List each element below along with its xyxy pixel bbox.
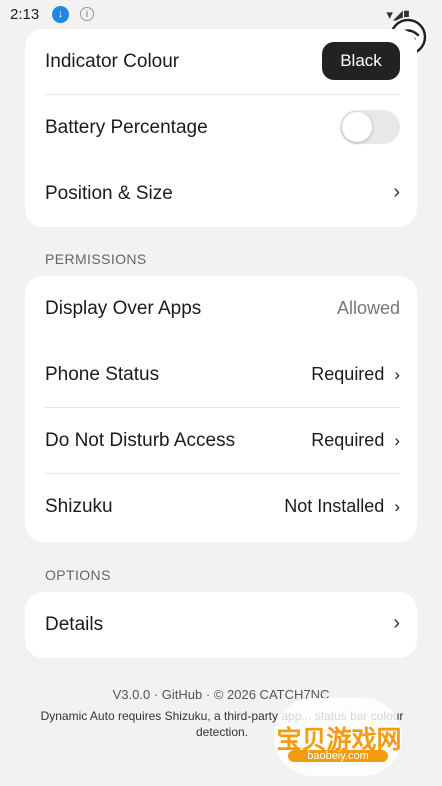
- version-text: V3.0.0: [112, 687, 151, 702]
- info-icon: i: [80, 7, 94, 21]
- download-icon: ↓: [52, 6, 69, 23]
- details-row[interactable]: Details ›: [25, 592, 417, 658]
- dnd-access-label: Do Not Disturb Access: [45, 430, 236, 451]
- indicator-colour-pill[interactable]: Black: [322, 42, 400, 80]
- dnd-access-value: Required ›: [311, 430, 400, 451]
- dnd-access-row[interactable]: Do Not Disturb Access Required ›: [25, 408, 417, 474]
- display-over-apps-value: Allowed: [336, 298, 400, 318]
- battery-percentage-toggle[interactable]: [340, 110, 400, 144]
- phone-status-value: Required ›: [311, 364, 400, 385]
- permissions-card: Display Over Apps Allowed Phone Status R…: [25, 276, 417, 542]
- shizuku-value: Not Installed ›: [284, 496, 400, 517]
- chevron-right-icon: ›: [394, 365, 400, 384]
- separator-dot: ·: [205, 687, 214, 702]
- dnd-access-value-text: Required: [311, 430, 385, 450]
- details-label: Details: [45, 614, 104, 635]
- status-time: 2:13: [10, 6, 40, 23]
- battery-percentage-row[interactable]: Battery Percentage: [25, 95, 417, 161]
- phone-status-label: Phone Status: [45, 364, 160, 385]
- phone-status-value-text: Required: [311, 364, 385, 384]
- toggle-knob: [342, 112, 372, 142]
- watermark-logo: 宝贝游戏网 baobeiy.com: [266, 698, 412, 778]
- status-bar: 2:13 ↓ i ▾◢▮: [0, 0, 442, 30]
- battery-percentage-label: Battery Percentage: [45, 117, 208, 138]
- separator-dot: ·: [153, 687, 162, 702]
- shizuku-label: Shizuku: [45, 496, 113, 517]
- display-over-apps-label: Display Over Apps: [45, 298, 202, 319]
- shizuku-value-text: Not Installed: [284, 496, 385, 516]
- chevron-right-icon: ›: [393, 181, 400, 203]
- position-size-label: Position & Size: [45, 183, 173, 204]
- chevron-right-icon: ›: [394, 431, 400, 450]
- display-over-apps-row[interactable]: Display Over Apps Allowed: [25, 276, 417, 342]
- indicator-colour-label: Indicator Colour: [45, 51, 180, 72]
- phone-status-row[interactable]: Phone Status Required ›: [25, 342, 417, 408]
- options-card: Details ›: [25, 592, 417, 658]
- options-section-title: OPTIONS: [45, 567, 111, 583]
- chevron-right-icon: ›: [393, 612, 400, 634]
- permissions-section-title: PERMISSIONS: [45, 251, 147, 267]
- position-size-row[interactable]: Position & Size ›: [25, 161, 417, 227]
- chevron-right-icon: ›: [394, 497, 400, 516]
- shizuku-row[interactable]: Shizuku Not Installed ›: [25, 474, 417, 540]
- watermark-url: baobeiy.com: [288, 750, 388, 762]
- github-link[interactable]: GitHub: [162, 687, 202, 702]
